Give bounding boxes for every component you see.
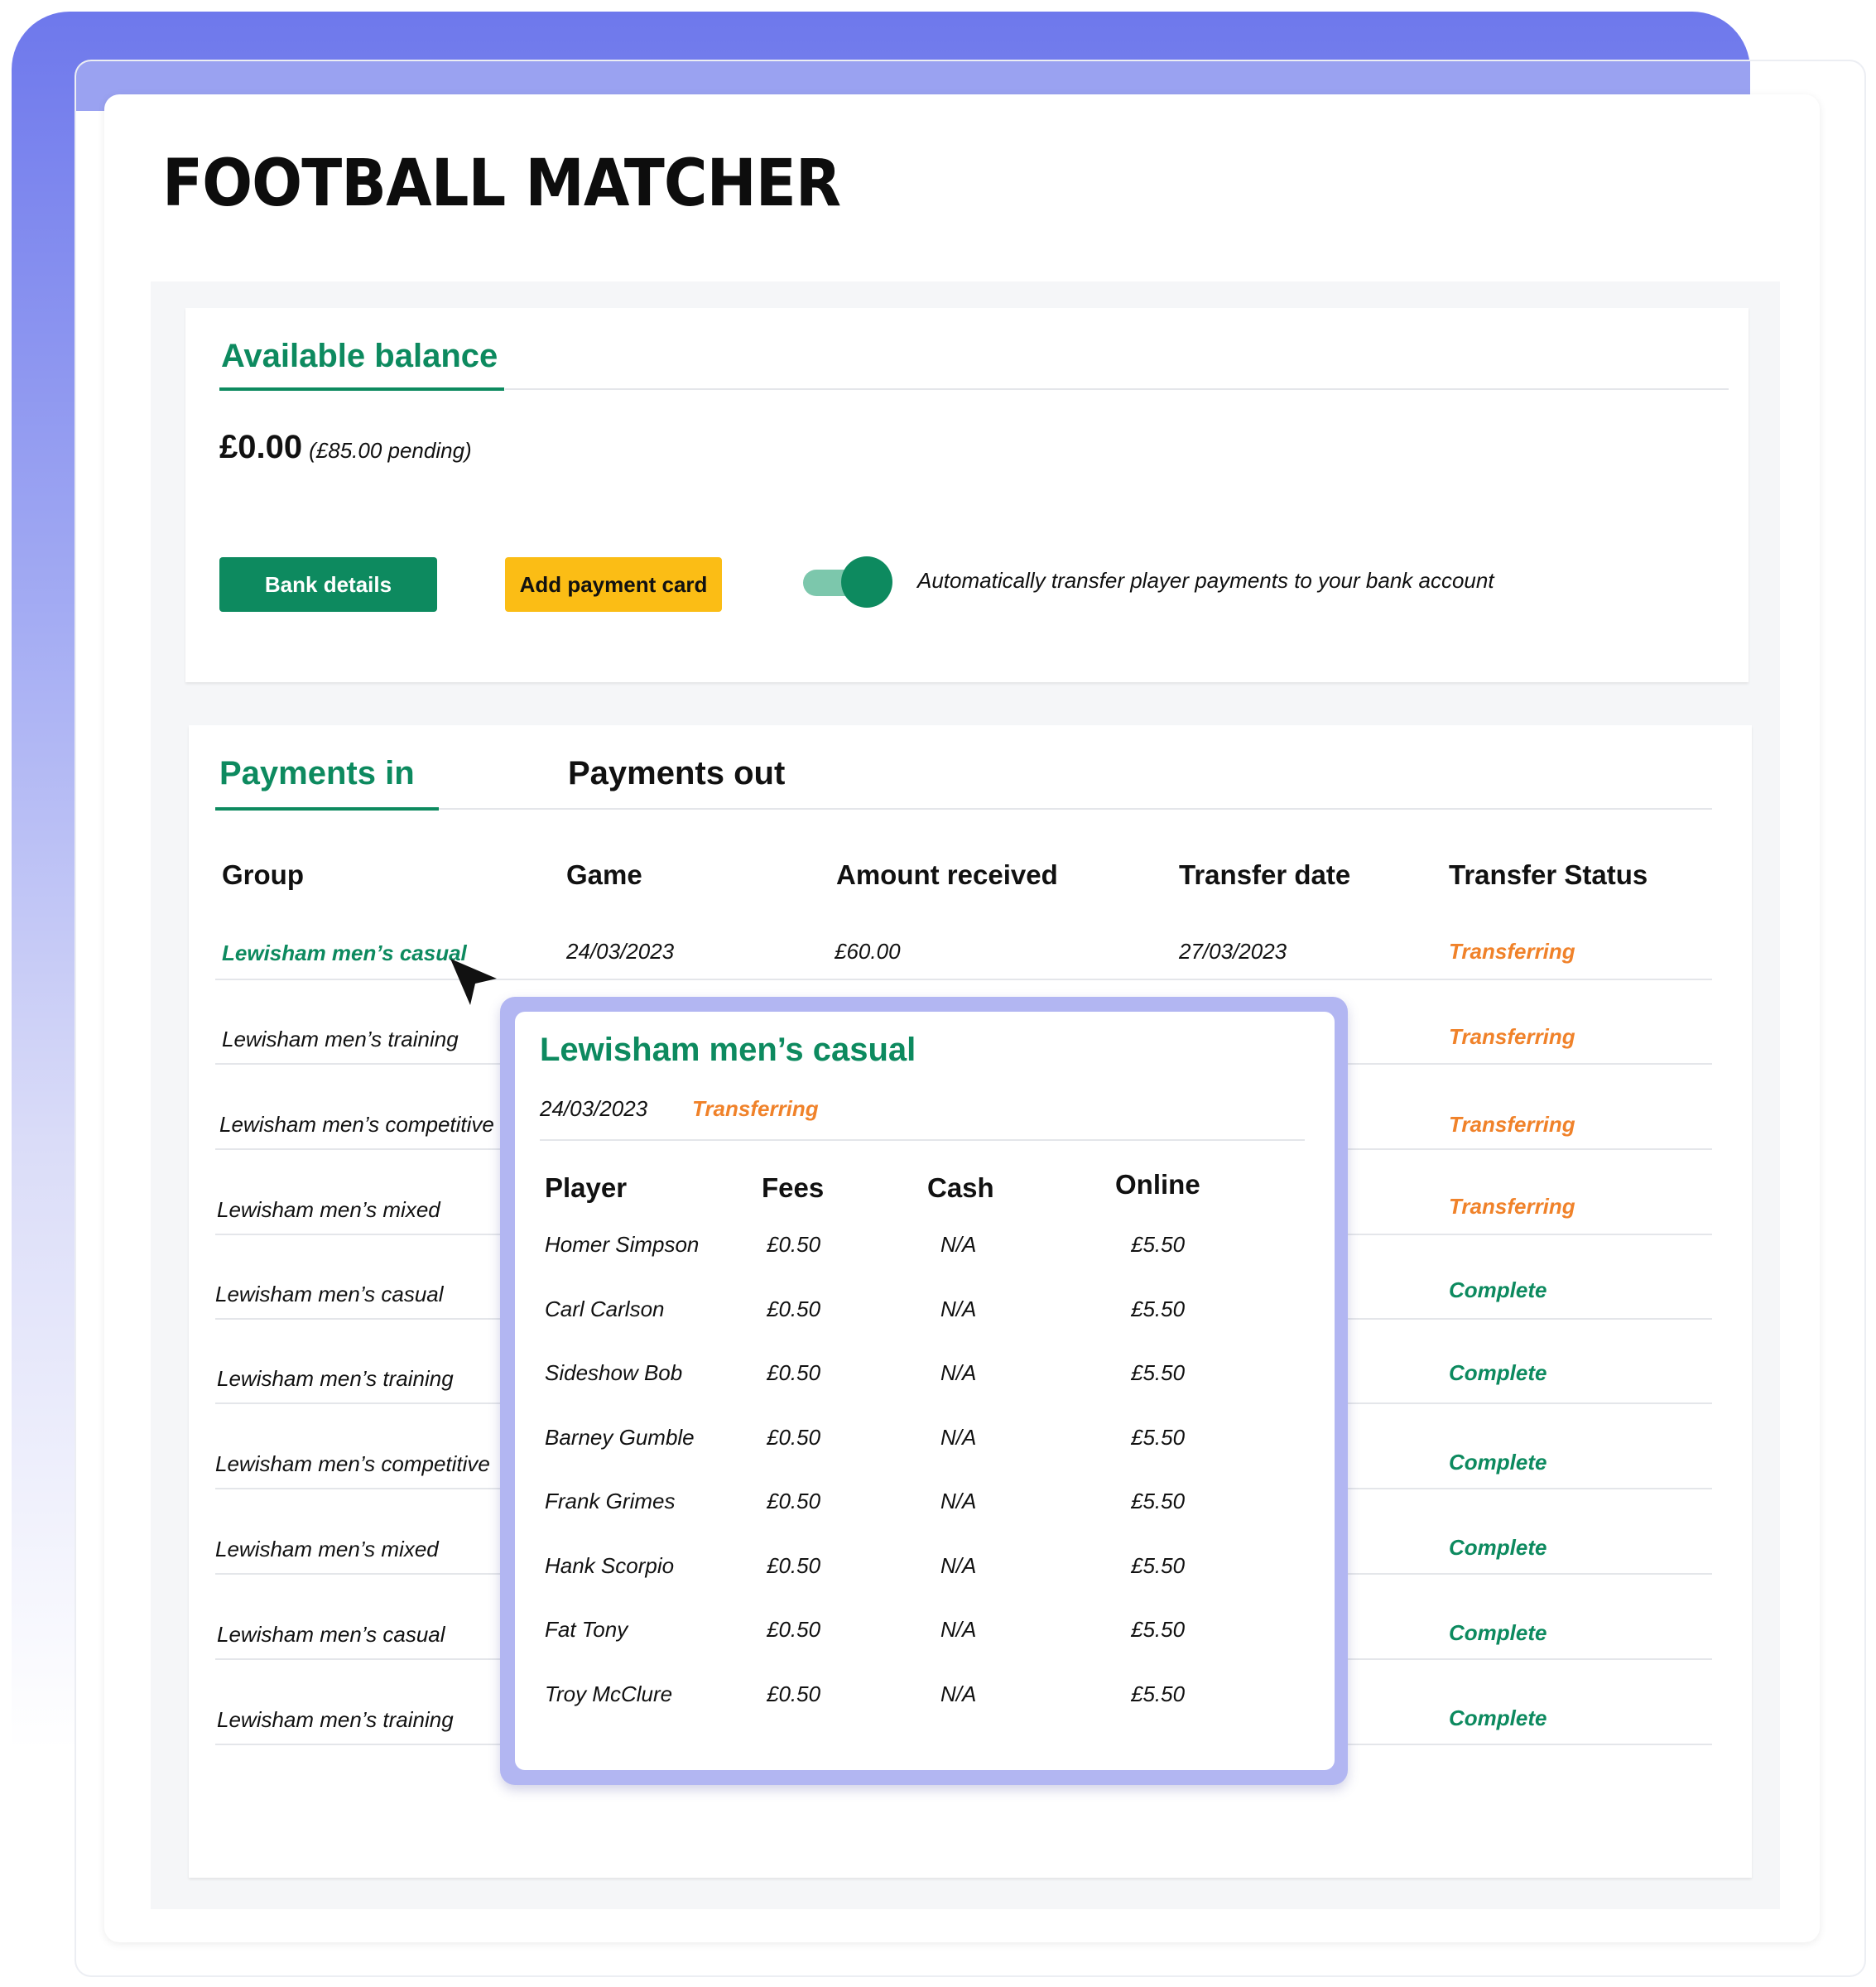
game-details-popup — [515, 1012, 1335, 1770]
tab-payments-in[interactable]: Payments in — [219, 755, 415, 792]
column-header-transfer-date: Transfer date — [1179, 859, 1351, 890]
popup-row-online: £5.50 — [1131, 1424, 1186, 1450]
popup-row-online: £5.50 — [1131, 1232, 1186, 1257]
popup-row-cash: N/A — [940, 1296, 977, 1321]
payments-tab-divider — [439, 808, 1712, 810]
popup-row-online: £5.50 — [1131, 1552, 1186, 1578]
popup-row-cash: N/A — [940, 1681, 977, 1706]
table-row-status: Transferring — [1449, 1194, 1575, 1219]
popup-row-online: £5.50 — [1131, 1681, 1186, 1706]
table-row-transfer-date: 27/03/2023 — [1179, 939, 1287, 964]
popup-row-player: Frank Grimes — [545, 1489, 676, 1513]
table-row-group: Lewisham men’s mixed — [215, 1537, 439, 1561]
table-row-group: Lewisham men’s training — [217, 1366, 454, 1391]
row-divider — [215, 979, 1712, 980]
table-row-group-link[interactable]: Lewisham men’s casual — [222, 941, 467, 966]
tab-underline-payments-in — [215, 807, 439, 811]
popup-column-cash: Cash — [927, 1172, 994, 1203]
table-row-group: Lewisham men’s competitive — [215, 1451, 490, 1476]
table-row-group: Lewisham men’s competitive — [219, 1112, 494, 1137]
football-matcher-logo: FOOTBALL MATCHER — [162, 147, 841, 221]
table-row-group: Lewisham men’s mixed — [217, 1197, 440, 1222]
popup-column-fees: Fees — [762, 1172, 825, 1203]
column-header-group: Group — [222, 859, 304, 890]
auto-transfer-label: Automatically transfer player payments t… — [917, 568, 1494, 593]
auto-transfer-toggle[interactable] — [803, 556, 894, 608]
popup-row-player: Sideshow Bob — [545, 1360, 683, 1385]
column-header-amount: Amount received — [836, 859, 1058, 890]
popup-row-fees: £0.50 — [767, 1489, 821, 1513]
popup-row-player: Fat Tony — [545, 1617, 628, 1642]
popup-row-fees: £0.50 — [767, 1296, 821, 1321]
popup-row-fees: £0.50 — [767, 1681, 821, 1706]
table-row-status: Complete — [1449, 1706, 1547, 1730]
table-row-status: Complete — [1449, 1535, 1547, 1560]
table-row-status: Complete — [1449, 1277, 1547, 1302]
popup-row-fees: £0.50 — [767, 1232, 821, 1257]
popup-row-cash: N/A — [940, 1232, 977, 1257]
tab-underline-balance — [219, 387, 504, 391]
popup-row-cash: N/A — [940, 1424, 977, 1450]
popup-row-player: Homer Simpson — [545, 1232, 700, 1257]
popup-row-cash: N/A — [940, 1552, 977, 1578]
column-header-transfer-status: Transfer Status — [1449, 859, 1648, 890]
popup-column-online: Online — [1115, 1169, 1200, 1200]
popup-title: Lewisham men’s casual — [540, 1032, 916, 1068]
balance-divider — [505, 388, 1729, 390]
popup-row-online: £5.50 — [1131, 1296, 1186, 1321]
table-row-amount: £60.00 — [835, 939, 901, 964]
popup-row-fees: £0.50 — [767, 1617, 821, 1642]
popup-row-player: Carl Carlson — [545, 1296, 665, 1321]
popup-row-cash: N/A — [940, 1489, 977, 1513]
table-row-group: Lewisham men’s casual — [215, 1282, 444, 1306]
popup-status: Transferring — [692, 1096, 819, 1121]
table-row-group: Lewisham men’s training — [222, 1027, 459, 1051]
tab-payments-out[interactable]: Payments out — [568, 755, 785, 792]
table-row-status: Transferring — [1449, 1112, 1575, 1137]
popup-row-online: £5.50 — [1131, 1360, 1186, 1385]
popup-row-online: £5.50 — [1131, 1617, 1186, 1642]
popup-row-online: £5.50 — [1131, 1489, 1186, 1513]
popup-row-fees: £0.50 — [767, 1552, 821, 1578]
popup-column-player: Player — [545, 1172, 628, 1203]
table-row-game: 24/03/2023 — [566, 939, 675, 964]
popup-row-player: Troy McClure — [545, 1681, 673, 1706]
table-row-status: Complete — [1449, 1620, 1547, 1645]
table-row-status: Transferring — [1449, 939, 1575, 964]
bank-details-button[interactable]: Bank details — [219, 557, 437, 612]
balance-value: £0.00 — [219, 429, 303, 465]
table-row-group: Lewisham men’s training — [217, 1707, 454, 1732]
popup-row-fees: £0.50 — [767, 1360, 821, 1385]
popup-row-player: Barney Gumble — [545, 1424, 695, 1450]
popup-row-cash: N/A — [940, 1617, 977, 1642]
mouse-pointer-icon — [450, 959, 497, 1005]
column-header-game: Game — [566, 859, 642, 890]
balance-amount: £0.00 (£85.00 pending) — [219, 429, 472, 466]
popup-row-player: Hank Scorpio — [545, 1552, 675, 1578]
popup-date: 24/03/2023 — [540, 1096, 648, 1121]
popup-row-fees: £0.50 — [767, 1424, 821, 1450]
table-row-status: Complete — [1449, 1450, 1547, 1475]
tab-available-balance[interactable]: Available balance — [221, 338, 498, 375]
balance-pending: (£85.00 pending) — [309, 438, 472, 463]
toggle-knob — [841, 556, 892, 608]
table-row-group: Lewisham men’s casual — [217, 1622, 445, 1647]
popup-row-cash: N/A — [940, 1360, 977, 1385]
table-row-status: Complete — [1449, 1360, 1547, 1385]
add-payment-card-button[interactable]: Add payment card — [505, 557, 722, 612]
table-row-status: Transferring — [1449, 1024, 1575, 1049]
popup-divider — [540, 1139, 1305, 1141]
